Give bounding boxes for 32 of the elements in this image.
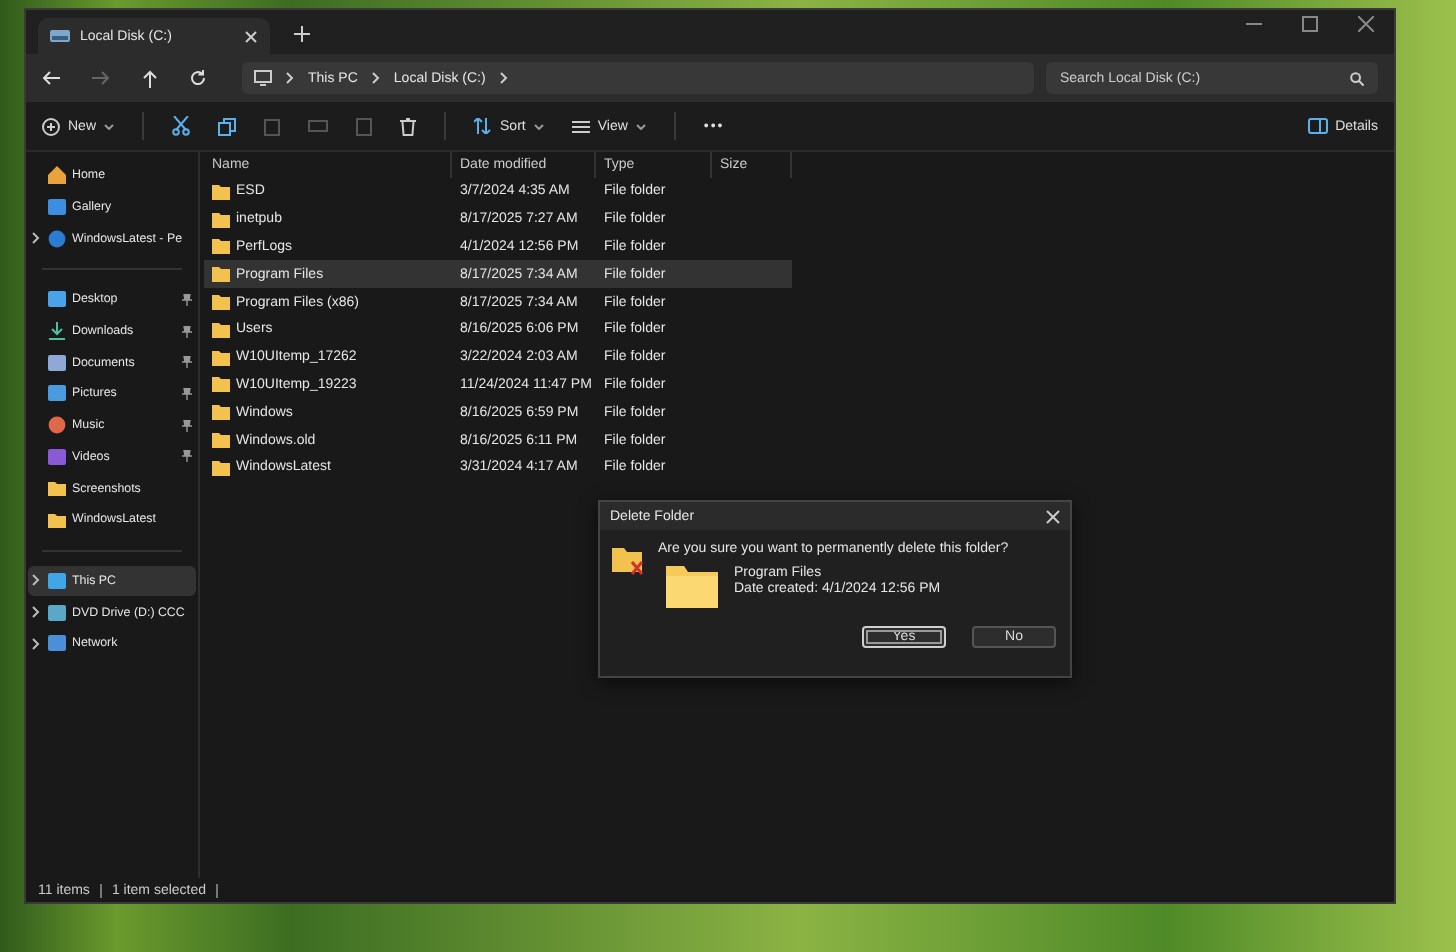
folder-icon	[666, 566, 718, 608]
chevron-icon[interactable]	[499, 72, 508, 84]
chevron-icon[interactable]	[32, 606, 40, 619]
new-tab-icon[interactable]	[294, 26, 310, 42]
chevron-icon[interactable]	[32, 574, 40, 587]
chevron-icon[interactable]	[32, 637, 40, 650]
list-icon	[571, 119, 590, 133]
close-icon[interactable]	[244, 29, 258, 43]
download-icon	[48, 322, 66, 341]
plus-circle-icon	[42, 117, 60, 135]
up-arrow-icon[interactable]	[142, 69, 158, 87]
back-arrow-icon[interactable]	[42, 70, 60, 86]
scissors-icon[interactable]	[172, 116, 191, 136]
chevron-icon	[371, 72, 380, 84]
details-pane-icon	[1307, 118, 1328, 134]
caret-icon	[635, 123, 646, 129]
close-icon[interactable]	[1358, 16, 1374, 32]
refresh-icon[interactable]	[190, 70, 206, 86]
forward-arrow-icon[interactable]	[92, 70, 110, 86]
sort-icon	[474, 118, 493, 134]
trash-icon[interactable]	[400, 117, 417, 135]
search-icon	[1350, 71, 1364, 85]
close-icon[interactable]	[1046, 509, 1060, 523]
maximize-icon[interactable]	[1302, 16, 1318, 32]
chevron-icon	[286, 72, 294, 84]
chevron-icon[interactable]	[32, 232, 40, 245]
copy-icon[interactable]	[218, 117, 237, 135]
caret-icon	[104, 123, 115, 129]
monitor-icon	[254, 70, 272, 86]
caret-icon	[533, 123, 544, 129]
house-icon	[48, 166, 66, 185]
folder-delete-icon	[612, 546, 646, 576]
